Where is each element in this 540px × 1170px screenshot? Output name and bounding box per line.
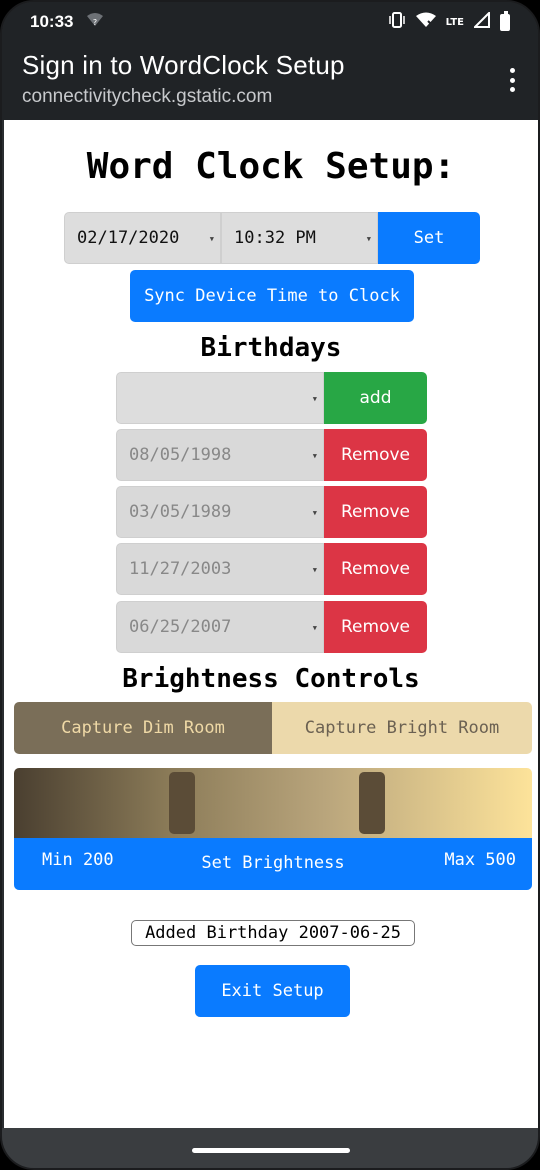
datetime-row: 02/17/2020 ▼ 10:32 PM ▼ Set bbox=[64, 212, 480, 264]
page-content: Word Clock Setup: 02/17/2020 ▼ 10:32 PM … bbox=[4, 120, 538, 1128]
brightness-slider: Min 200 Set Brightness Max 500 bbox=[14, 768, 532, 890]
max-label: Max 500 bbox=[444, 850, 516, 870]
birthday-date: 06/25/2007 bbox=[129, 617, 232, 637]
set-brightness-button[interactable]: Min 200 Set Brightness Max 500 bbox=[14, 838, 532, 890]
home-gesture-pill[interactable] bbox=[192, 1148, 350, 1153]
new-birthday-input[interactable]: ▼ bbox=[116, 372, 324, 424]
max-handle[interactable] bbox=[359, 772, 386, 834]
birthday-date: 11/27/2003 bbox=[129, 559, 232, 579]
dropdown-caret-icon: ▼ bbox=[312, 565, 317, 574]
app-bar: Sign in to WordClock Setup connectivityc… bbox=[2, 42, 538, 120]
set-time-button[interactable]: Set bbox=[378, 212, 480, 264]
signal-icon bbox=[472, 10, 490, 32]
birthday-date-field[interactable]: 08/05/1998 ▼ bbox=[116, 429, 324, 481]
remove-birthday-button[interactable]: Remove bbox=[324, 429, 427, 481]
add-birthday-button[interactable]: add bbox=[324, 372, 427, 424]
min-handle[interactable] bbox=[169, 772, 196, 834]
birthday-date-field[interactable]: 06/25/2007 ▼ bbox=[116, 601, 324, 653]
brightness-title: Brightness Controls bbox=[122, 664, 420, 694]
navigation-bar bbox=[2, 1128, 538, 1168]
birthday-date: 08/05/1998 bbox=[129, 445, 232, 465]
birthday-date: 03/05/1989 bbox=[129, 502, 232, 522]
overflow-menu-icon[interactable] bbox=[510, 68, 516, 92]
capture-row: Capture Dim Room Capture Bright Room bbox=[14, 702, 532, 754]
date-input[interactable]: 02/17/2020 ▼ bbox=[64, 212, 221, 264]
birthday-row: 11/27/2003 ▼ Remove bbox=[116, 543, 427, 595]
status-message: Added Birthday 2007-06-25 bbox=[131, 920, 415, 946]
dropdown-caret-icon: ▼ bbox=[312, 451, 317, 460]
dropdown-caret-icon: ▼ bbox=[312, 508, 317, 517]
capture-bright-button[interactable]: Capture Bright Room bbox=[272, 702, 532, 754]
birthday-row: 03/05/1989 ▼ Remove bbox=[116, 486, 427, 538]
sync-time-button[interactable]: Sync Device Time to Clock bbox=[130, 270, 414, 322]
status-time: 10:33 bbox=[30, 12, 74, 31]
dropdown-caret-icon: ▼ bbox=[209, 234, 214, 243]
network-type: LTE bbox=[445, 16, 464, 28]
status-bar: 10:33 ? LTE bbox=[2, 2, 538, 42]
wifi-off-icon bbox=[415, 12, 436, 32]
phone-frame: 10:33 ? LTE Sign in to WordClock Setup c… bbox=[0, 0, 540, 1170]
date-value: 02/17/2020 bbox=[77, 228, 180, 248]
remove-birthday-button[interactable]: Remove bbox=[324, 543, 427, 595]
capture-dim-button[interactable]: Capture Dim Room bbox=[14, 702, 272, 754]
birthday-row: 08/05/1998 ▼ Remove bbox=[116, 429, 427, 481]
birthday-date-field[interactable]: 11/27/2003 ▼ bbox=[116, 543, 324, 595]
remove-birthday-button[interactable]: Remove bbox=[324, 601, 427, 653]
time-input[interactable]: 10:32 PM ▼ bbox=[221, 212, 378, 264]
wifi-question-icon: ? bbox=[87, 13, 104, 31]
app-url: connectivitycheck.gstatic.com bbox=[22, 86, 273, 107]
birthday-row: 06/25/2007 ▼ Remove bbox=[116, 601, 427, 653]
slider-track[interactable] bbox=[14, 768, 532, 838]
dropdown-caret-icon: ▼ bbox=[312, 394, 317, 403]
app-title: Sign in to WordClock Setup bbox=[22, 50, 345, 80]
vibrate-icon bbox=[388, 12, 406, 32]
time-value: 10:32 PM bbox=[234, 228, 316, 248]
birthday-date-field[interactable]: 03/05/1989 ▼ bbox=[116, 486, 324, 538]
page-title: Word Clock Setup: bbox=[86, 146, 456, 187]
exit-setup-button[interactable]: Exit Setup bbox=[195, 965, 350, 1017]
status-icons: LTE bbox=[388, 10, 510, 32]
remove-birthday-button[interactable]: Remove bbox=[324, 486, 427, 538]
svg-text:?: ? bbox=[93, 18, 97, 27]
add-birthday-row: ▼ add bbox=[116, 372, 427, 424]
battery-icon bbox=[500, 10, 510, 31]
dropdown-caret-icon: ▼ bbox=[312, 623, 317, 632]
dropdown-caret-icon: ▼ bbox=[366, 234, 371, 243]
birthdays-title: Birthdays bbox=[200, 333, 342, 363]
